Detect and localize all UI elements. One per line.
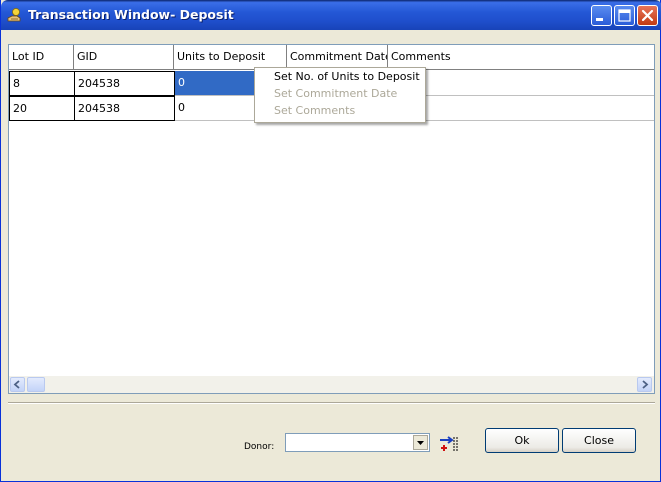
scroll-thumb[interactable] bbox=[27, 377, 45, 392]
column-header-comments[interactable]: Comments bbox=[388, 45, 654, 70]
minimize-icon bbox=[596, 18, 603, 21]
window-title: Transaction Window- Deposit bbox=[28, 7, 234, 22]
cell-lot-id[interactable]: 20 bbox=[9, 96, 75, 121]
add-list-icon bbox=[440, 436, 458, 451]
close-window-button[interactable] bbox=[637, 5, 658, 26]
cell-gid[interactable]: 204538 bbox=[74, 71, 175, 96]
column-header-lot-id[interactable]: Lot ID bbox=[9, 45, 74, 70]
cell-lot-id[interactable]: 8 bbox=[9, 71, 75, 96]
cell-gid[interactable]: 204538 bbox=[74, 96, 175, 121]
close-button[interactable]: Close bbox=[562, 428, 636, 453]
chevron-left-icon bbox=[13, 380, 20, 389]
cell-comments[interactable] bbox=[388, 96, 654, 121]
cell-comments[interactable] bbox=[388, 71, 654, 96]
donor-label: Donor: bbox=[244, 442, 275, 452]
footer-separator bbox=[8, 402, 655, 404]
column-header-gid[interactable]: GID bbox=[74, 45, 174, 70]
scroll-left-button[interactable] bbox=[10, 377, 25, 392]
chevron-down-icon bbox=[417, 441, 424, 445]
context-menu: Set No. of Units to Deposit Set Commitme… bbox=[254, 67, 426, 123]
menu-item-set-commitment-date[interactable]: Set Commitment Date bbox=[274, 87, 397, 104]
title-bar[interactable]: Transaction Window- Deposit bbox=[1, 0, 661, 30]
hand-coin-icon bbox=[7, 7, 23, 23]
menu-item-set-comments[interactable]: Set Comments bbox=[274, 104, 355, 121]
maximize-icon bbox=[618, 9, 631, 22]
transaction-window: Transaction Window- Deposit Lot ID GID U… bbox=[0, 0, 661, 482]
maximize-button[interactable] bbox=[614, 5, 635, 26]
donor-action-button[interactable] bbox=[437, 432, 463, 454]
donor-select[interactable] bbox=[285, 433, 430, 452]
close-icon bbox=[641, 9, 654, 22]
scroll-right-button[interactable] bbox=[637, 377, 652, 392]
donor-dropdown-button[interactable] bbox=[413, 435, 428, 450]
ok-button[interactable]: Ok bbox=[485, 428, 559, 453]
chevron-right-icon bbox=[642, 380, 649, 389]
menu-item-set-units[interactable]: Set No. of Units to Deposit bbox=[274, 70, 420, 87]
minimize-button[interactable] bbox=[591, 5, 612, 26]
horizontal-scrollbar[interactable] bbox=[9, 376, 654, 393]
